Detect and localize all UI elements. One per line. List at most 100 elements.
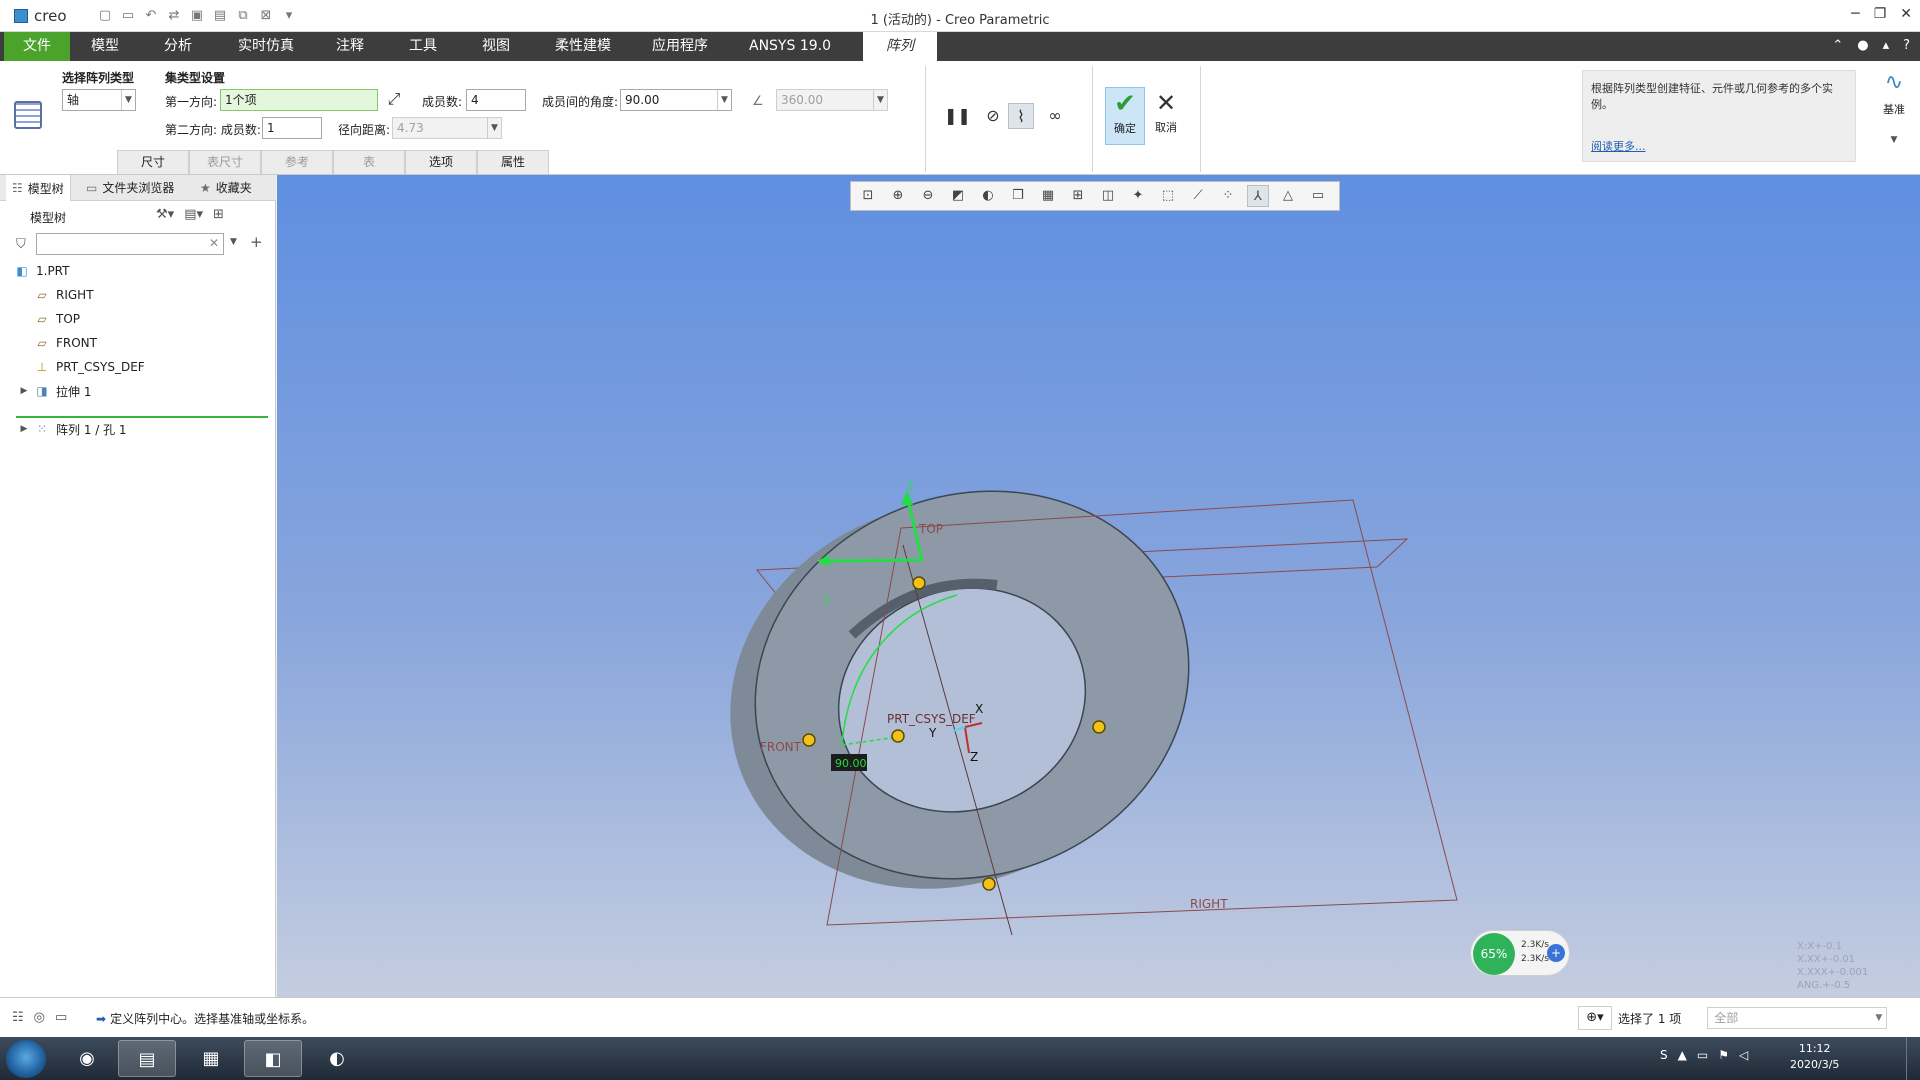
open-icon[interactable]: ▭	[119, 7, 137, 25]
full-screen-icon[interactable]: ▭	[55, 1010, 67, 1025]
creo-taskbar-icon[interactable]: ◧	[244, 1040, 302, 1077]
tab-applications[interactable]: 应用程序	[640, 32, 720, 61]
graphics-window[interactable]: ⊡ ⊕ ⊖ ◩ ◐ ❒ ▦ ⊞ ◫ ✦ ⬚ ⟋ ⁘ ⅄ △ ▭ TOP FRON…	[277, 175, 1920, 997]
subtab-dimensions[interactable]: 尺寸	[117, 150, 189, 174]
show-browser-icon[interactable]: ◎	[34, 1010, 45, 1025]
tree-show-icon[interactable]: ▤▾	[184, 207, 203, 222]
tab-ansys[interactable]: ANSYS 19.0	[740, 32, 840, 61]
radial-distance-input[interactable]: 4.73 ▼	[392, 117, 502, 139]
pattern-member-point[interactable]	[1092, 720, 1106, 734]
expand-icon[interactable]: ▶	[18, 386, 30, 396]
undo-icon[interactable]: ↶	[142, 7, 160, 25]
subtab-options[interactable]: 选项	[405, 150, 477, 174]
show-desktop-button[interactable]	[1906, 1037, 1920, 1080]
selection-filter[interactable]: 全部 ▼	[1707, 1007, 1888, 1029]
ok-button[interactable]: ✔ 确定	[1105, 87, 1145, 145]
collapse-ribbon-icon[interactable]: ⌃	[1832, 38, 1843, 53]
tab-model-tree[interactable]: ☷ 模型树	[6, 175, 71, 201]
tree-node-pattern[interactable]: ▶ ⁙ 阵列 1 / 孔 1	[18, 419, 127, 439]
tree-node-front[interactable]: ▱ FRONT	[34, 333, 97, 353]
firefox-icon[interactable]: ◉	[58, 1040, 116, 1077]
print-icon[interactable]: ▤	[211, 7, 229, 25]
subtab-properties[interactable]: 属性	[477, 150, 549, 174]
dir2-members-input[interactable]: 1	[262, 117, 322, 139]
tab-flexible-modeling[interactable]: 柔性建模	[545, 32, 621, 61]
maximize-icon[interactable]: ❐	[1874, 6, 1887, 22]
tree-node-root[interactable]: ◧ 1.PRT	[14, 261, 69, 281]
network-icon[interactable]: ▭	[1697, 1048, 1708, 1062]
cancel-button[interactable]: ✕ 取消	[1149, 87, 1183, 145]
customize-icon[interactable]: ▾	[280, 7, 298, 25]
subtab-references[interactable]: 参考	[261, 150, 333, 174]
tab-model[interactable]: 模型	[75, 32, 135, 61]
tab-favorites[interactable]: ★ 收藏夹	[200, 179, 252, 196]
tab-tools[interactable]: 工具	[393, 32, 453, 61]
add-filter-icon[interactable]: +	[250, 233, 263, 251]
angle-range-input[interactable]: 360.00 ▼	[776, 89, 888, 111]
subtab-table-dimensions[interactable]: 表尺寸	[189, 150, 261, 174]
verify-preview-icon[interactable]: ∞	[1042, 103, 1068, 129]
clock[interactable]: 11:12 2020/3/5	[1790, 1041, 1839, 1073]
read-more-link[interactable]: 阅读更多...	[1591, 139, 1646, 155]
wechat-icon[interactable]: ◐	[308, 1040, 366, 1077]
angle-dimension-text[interactable]: 90.00	[835, 757, 867, 770]
tree-node-extrude[interactable]: ▶ ◨ 拉伸 1	[18, 381, 92, 401]
find-icon[interactable]: ⊕▾	[1578, 1006, 1612, 1030]
tab-simulation[interactable]: 实时仿真	[226, 32, 306, 61]
insert-here-marker[interactable]	[16, 416, 268, 418]
tree-node-right[interactable]: ▱ RIGHT	[34, 285, 93, 305]
file-explorer-icon[interactable]: ▦	[182, 1040, 240, 1077]
chevron-down-icon[interactable]: ▼	[230, 237, 237, 247]
pause-icon[interactable]: ❚❚	[944, 103, 971, 129]
dir1-collector[interactable]: 1个项	[220, 89, 378, 111]
direction-1-arrow[interactable]	[821, 558, 923, 563]
tree-columns-icon[interactable]: ⊞	[213, 207, 224, 222]
flag-icon[interactable]: ⚑	[1718, 1048, 1729, 1062]
window-icon[interactable]: ⧉	[234, 7, 252, 25]
members-input[interactable]: 4	[466, 89, 526, 111]
close-window-icon[interactable]: ⊠	[257, 7, 275, 25]
clear-search-icon[interactable]: ✕	[209, 236, 219, 250]
pattern-member-point[interactable]	[912, 576, 926, 590]
tab-file[interactable]: 文件	[4, 32, 70, 61]
ime-icon[interactable]: S	[1660, 1048, 1668, 1062]
tree-node-top[interactable]: ▱ TOP	[34, 309, 80, 329]
tab-folder-browser[interactable]: ▭ 文件夹浏览器	[86, 179, 174, 196]
close-icon[interactable]: ✕	[1900, 6, 1912, 22]
flip-direction-icon[interactable]: ⤢	[385, 90, 403, 108]
network-monitor-widget[interactable]: 65% 2.3K/s 2.3K/s +	[1470, 930, 1570, 976]
tab-annotate[interactable]: 注释	[320, 32, 380, 61]
angle-between-input[interactable]: 90.00 ▼	[620, 89, 732, 111]
no-preview-icon[interactable]: ⊘	[980, 103, 1006, 129]
tray-expand-icon[interactable]: ▲	[1678, 1048, 1687, 1062]
ribbon-tabs: 文件 模型 分析 实时仿真 注释 工具 视图 柔性建模 应用程序 ANSYS 1…	[0, 32, 1920, 61]
notepad-icon[interactable]: ▤	[118, 1040, 176, 1077]
pattern-type-select[interactable]: 轴 ▼	[62, 89, 136, 111]
pattern-center-point[interactable]	[891, 729, 905, 743]
regenerate-icon[interactable]: ⇄	[165, 7, 183, 25]
datum-group[interactable]: ∿ 基准 ▼	[1872, 70, 1916, 145]
tree-settings-icon[interactable]: ⚒▾	[156, 207, 174, 222]
tab-pattern[interactable]: 阵列	[863, 32, 937, 61]
tab-view[interactable]: 视图	[466, 32, 526, 61]
volume-icon[interactable]: ◁	[1739, 1048, 1748, 1062]
tree-node-csys[interactable]: ⊥ PRT_CSYS_DEF	[34, 357, 145, 377]
tolerance-line: ANG.+-0.5	[1797, 980, 1851, 991]
pattern-member-point[interactable]	[982, 877, 996, 891]
pattern-member-point[interactable]	[802, 733, 816, 747]
tab-analysis[interactable]: 分析	[148, 32, 208, 61]
model-scene[interactable]: TOP FRONT RIGHT PRT_CSYS_DEF X Y Z 2 1 9…	[277, 175, 1920, 997]
new-file-icon[interactable]: ▢	[96, 7, 114, 25]
attached-preview-icon[interactable]: ⌇	[1008, 103, 1034, 129]
start-button[interactable]	[6, 1040, 46, 1078]
tree-search-input[interactable]: ✕	[36, 233, 224, 255]
subtab-tables[interactable]: 表	[333, 150, 405, 174]
notification-icon[interactable]: ●	[1857, 38, 1868, 53]
show-navigator-icon[interactable]: ☷	[12, 1010, 24, 1025]
help-icon[interactable]: ?	[1903, 38, 1910, 53]
expand-icon[interactable]: ▶	[18, 424, 30, 434]
save-icon[interactable]: ▣	[188, 7, 206, 25]
minimize-icon[interactable]: ─	[1851, 6, 1859, 22]
net-boost-icon[interactable]: +	[1547, 944, 1565, 962]
learning-icon[interactable]: ▴	[1883, 38, 1890, 53]
